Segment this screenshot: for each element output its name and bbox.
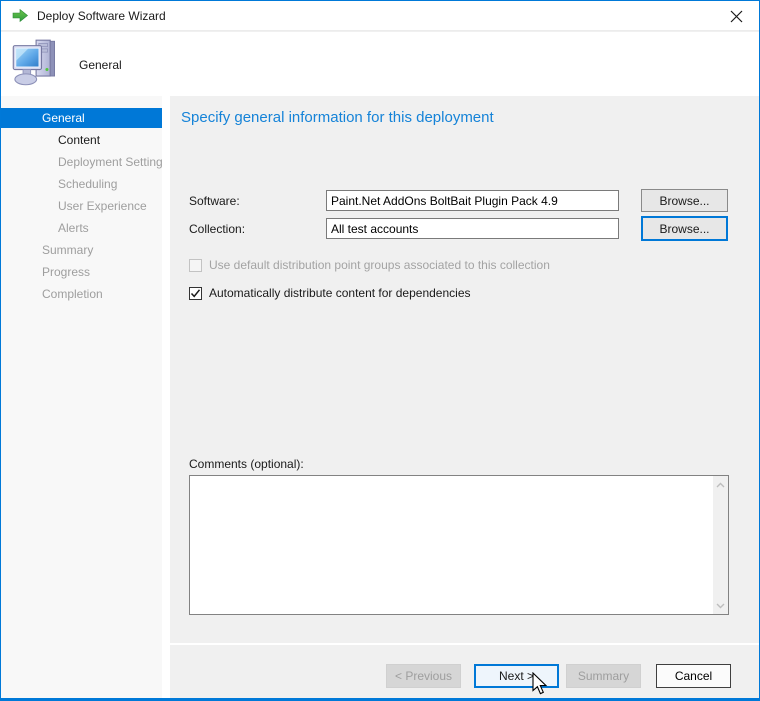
green-arrow-icon [12, 8, 29, 23]
sidebar-item-label: Deployment Settings [58, 155, 169, 169]
sidebar-item-user-experience[interactable]: User Experience [1, 196, 162, 218]
sidebar-item-scheduling[interactable]: Scheduling [1, 174, 162, 196]
sidebar-item-label: Progress [42, 265, 90, 279]
next-button[interactable]: Next > [474, 664, 559, 688]
auto-distribute-checkbox-label: Automatically distribute content for dep… [209, 286, 471, 300]
sidebar-item-label: Alerts [58, 221, 89, 235]
scroll-down-icon[interactable] [713, 598, 728, 613]
software-label: Software: [189, 194, 240, 208]
computer-icon [11, 38, 59, 88]
summary-button: Summary [566, 664, 641, 688]
auto-distribute-checkbox[interactable] [189, 287, 202, 300]
footer-separator [170, 643, 759, 645]
comments-label: Comments (optional): [189, 457, 304, 471]
sidebar-item-label: Completion [42, 287, 103, 301]
header-step-title: General [79, 58, 122, 72]
close-button[interactable] [714, 1, 759, 31]
default-dp-checkbox-row: Use default distribution point groups as… [189, 258, 550, 272]
sidebar-item-label: Content [58, 133, 100, 147]
software-input[interactable] [326, 190, 619, 211]
sidebar-item-alerts[interactable]: Alerts [1, 218, 162, 240]
comments-textarea[interactable] [190, 476, 713, 614]
sidebar-item-label: General [42, 111, 85, 125]
scroll-up-icon[interactable] [713, 477, 728, 492]
wizard-steps-sidebar: General Content Deployment Settings Sche… [1, 96, 162, 698]
sidebar-item-label: Summary [42, 243, 93, 257]
sidebar-item-label: User Experience [58, 199, 147, 213]
sidebar-item-progress[interactable]: Progress [1, 262, 162, 284]
previous-button: < Previous [386, 664, 461, 688]
window-title: Deploy Software Wizard [37, 9, 166, 23]
checkmark-icon [190, 288, 201, 299]
sidebar-item-completion[interactable]: Completion [1, 284, 162, 306]
main-panel: Specify general information for this dep… [170, 96, 759, 698]
collection-label: Collection: [189, 222, 245, 236]
close-icon [730, 10, 743, 23]
page-title: Specify general information for this dep… [181, 109, 494, 126]
sidebar-item-general[interactable]: General [1, 108, 162, 128]
sidebar-item-summary[interactable]: Summary [1, 240, 162, 262]
default-dp-checkbox [189, 259, 202, 272]
cancel-button[interactable]: Cancel [656, 664, 731, 688]
deploy-software-wizard-window: Deploy Software Wizard [0, 0, 760, 701]
auto-distribute-checkbox-row[interactable]: Automatically distribute content for dep… [189, 286, 471, 300]
wizard-header: General [1, 32, 759, 96]
title-bar: Deploy Software Wizard [1, 1, 759, 31]
collection-input[interactable] [326, 218, 619, 239]
default-dp-checkbox-label: Use default distribution point groups as… [209, 258, 550, 272]
comments-field [189, 475, 729, 615]
wizard-body: General Content Deployment Settings Sche… [1, 96, 759, 698]
sidebar-item-content[interactable]: Content [1, 130, 162, 152]
browse-software-button[interactable]: Browse... [641, 189, 728, 212]
sidebar-item-label: Scheduling [58, 177, 117, 191]
sidebar-item-deployment-settings[interactable]: Deployment Settings [1, 152, 162, 174]
comments-scrollbar[interactable] [713, 476, 728, 614]
browse-collection-button[interactable]: Browse... [641, 216, 728, 241]
sidebar-separator [162, 96, 170, 698]
